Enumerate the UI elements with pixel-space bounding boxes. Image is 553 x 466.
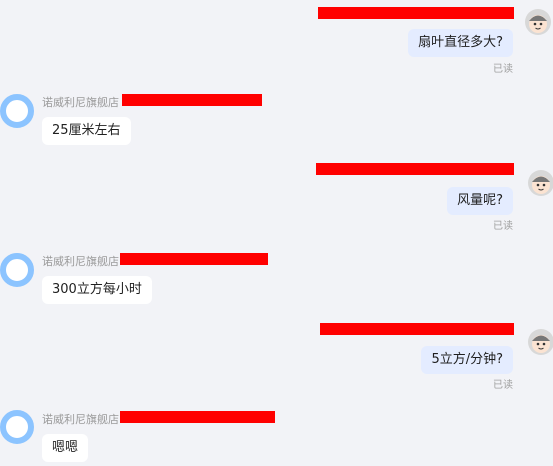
message-bubble-incoming[interactable]: 嗯嗯 — [42, 434, 89, 462]
user-avatar-icon[interactable] — [524, 8, 552, 36]
read-status: 已读 — [493, 64, 513, 75]
read-status: 已读 — [493, 380, 513, 391]
message-bubble-incoming[interactable]: 25厘米左右 — [42, 117, 131, 145]
seller-name: 诺威利尼旗舰店 — [42, 255, 119, 268]
redacted-nickname-bar — [120, 253, 268, 265]
redacted-nickname-bar — [320, 323, 514, 335]
message-text: 风量呢? — [457, 193, 503, 208]
redacted-nickname-bar — [120, 411, 275, 423]
message-text: 300立方每小时 — [52, 282, 142, 297]
user-avatar-icon[interactable] — [527, 328, 553, 356]
shop-avatar-icon[interactable] — [0, 94, 34, 128]
user-avatar-icon[interactable] — [527, 169, 553, 197]
shop-avatar-icon[interactable] — [0, 410, 34, 444]
seller-name: 诺威利尼旗舰店 — [42, 413, 119, 426]
message-text: 25厘米左右 — [52, 123, 121, 138]
message-bubble-outgoing[interactable]: 扇叶直径多大? — [408, 29, 513, 57]
message-text: 嗯嗯 — [52, 440, 79, 455]
message-bubble-outgoing[interactable]: 5立方/分钟? — [421, 346, 513, 374]
message-bubble-outgoing[interactable]: 风量呢? — [447, 187, 513, 215]
message-text: 扇叶直径多大? — [418, 35, 503, 50]
shop-avatar-icon[interactable] — [0, 253, 34, 287]
message-text: 5立方/分钟? — [431, 352, 503, 367]
redacted-nickname-bar — [122, 94, 262, 106]
read-status: 已读 — [493, 221, 513, 232]
seller-name: 诺威利尼旗舰店 — [42, 96, 119, 109]
redacted-nickname-bar — [316, 163, 514, 175]
message-bubble-incoming[interactable]: 300立方每小时 — [42, 276, 152, 304]
redacted-nickname-bar — [318, 7, 514, 19]
